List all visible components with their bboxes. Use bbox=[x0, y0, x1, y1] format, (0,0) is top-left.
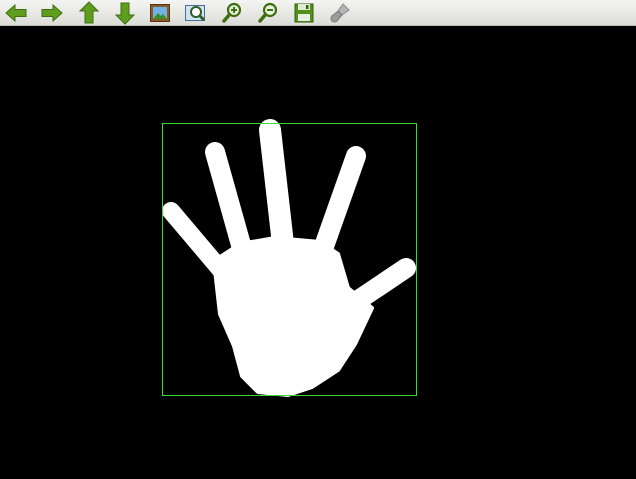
properties-button[interactable] bbox=[327, 1, 353, 24]
image-canvas[interactable] bbox=[0, 26, 636, 479]
image-display bbox=[0, 26, 636, 479]
pan-left-button[interactable] bbox=[3, 1, 29, 24]
zoom-in-icon bbox=[222, 2, 242, 23]
zoom-region-button[interactable] bbox=[183, 1, 209, 24]
pan-up-button[interactable] bbox=[76, 0, 102, 24]
fit-image-button[interactable] bbox=[147, 1, 173, 24]
pan-down-button[interactable] bbox=[112, 1, 138, 25]
save-button[interactable] bbox=[291, 1, 317, 24]
zoom-out-button[interactable] bbox=[255, 1, 281, 24]
arrow-up-icon bbox=[78, 0, 100, 23]
arrow-right-icon bbox=[41, 3, 63, 22]
zoom-out-icon bbox=[258, 2, 278, 23]
arrow-down-icon bbox=[114, 2, 136, 25]
image-frame-icon bbox=[150, 3, 170, 22]
zoom-in-button[interactable] bbox=[219, 1, 245, 24]
brush-icon bbox=[330, 2, 350, 22]
image-viewer-window bbox=[0, 0, 636, 479]
zoom-window-icon bbox=[185, 4, 206, 21]
toolbar bbox=[0, 0, 636, 26]
save-disk-icon bbox=[294, 3, 314, 22]
arrow-left-icon bbox=[5, 3, 27, 22]
pan-right-button[interactable] bbox=[39, 1, 65, 24]
